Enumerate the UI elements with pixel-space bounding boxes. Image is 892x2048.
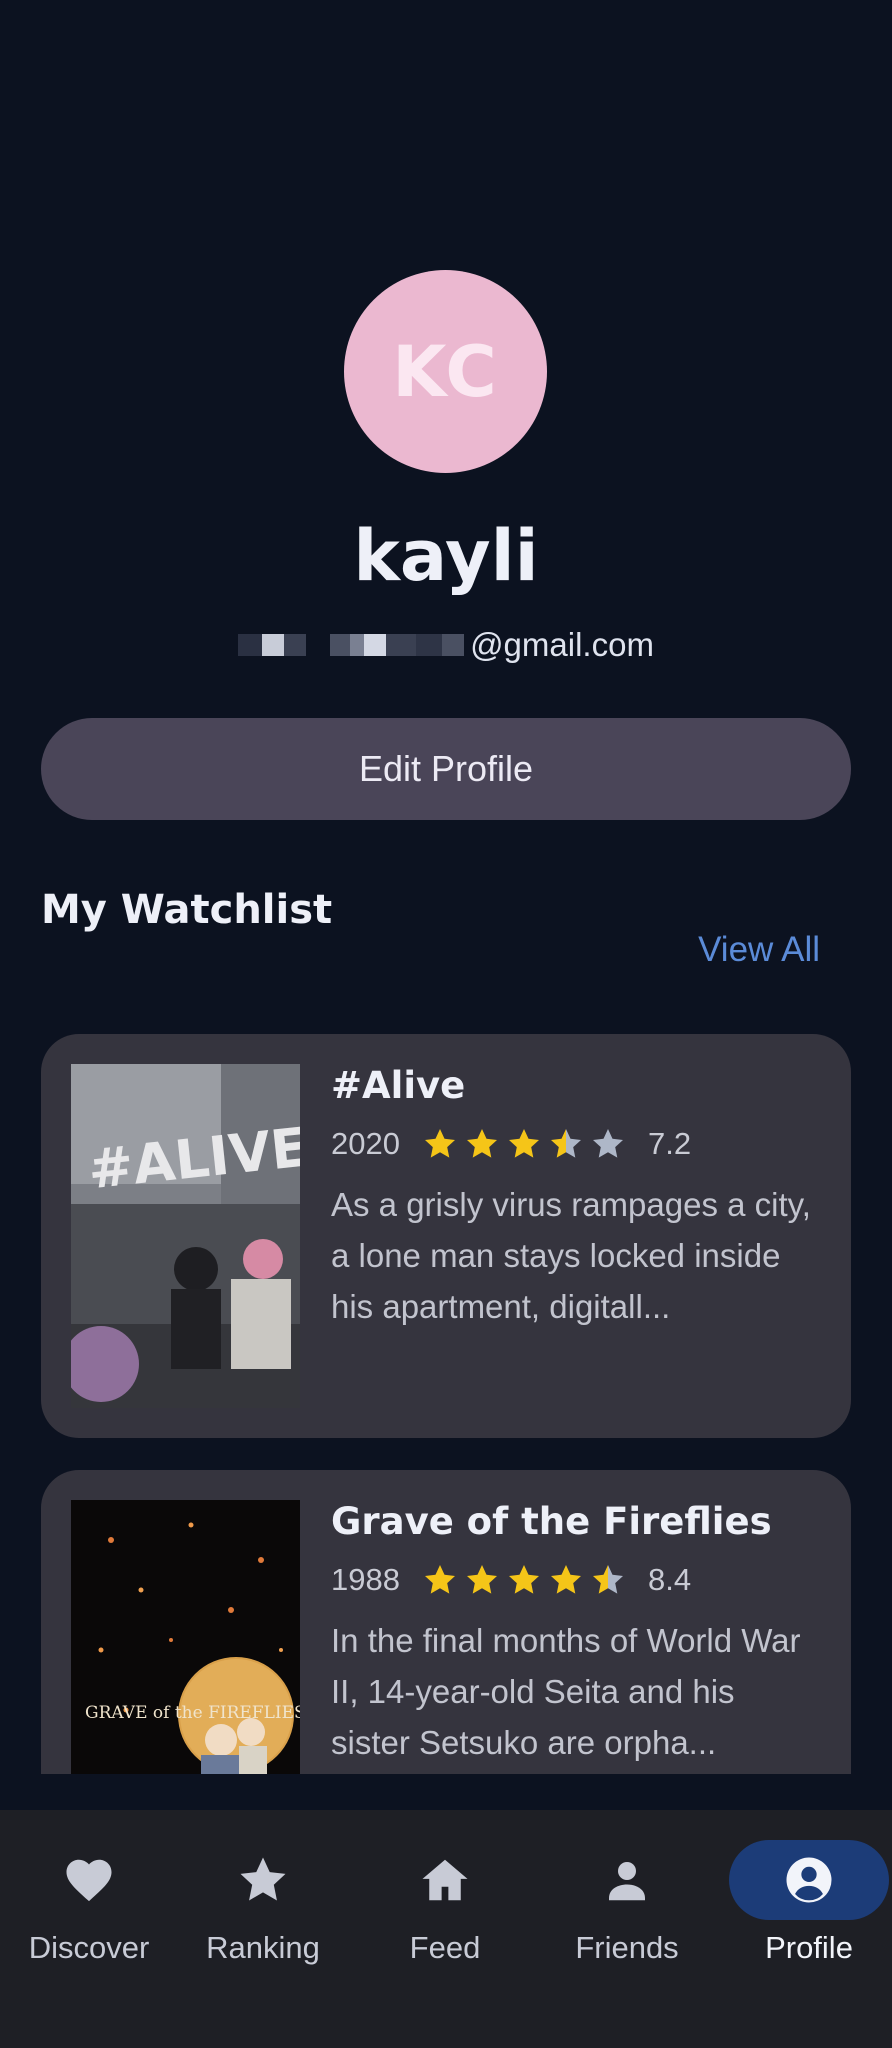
star-rating bbox=[422, 1562, 626, 1598]
star-filled-icon bbox=[466, 1129, 497, 1158]
nav-item-discover[interactable]: Discover bbox=[0, 1810, 178, 2048]
movie-description: In the final months of World War II, 14-… bbox=[331, 1622, 801, 1761]
avatar[interactable]: KC bbox=[344, 270, 547, 473]
star-filled-icon bbox=[550, 1565, 581, 1594]
person-icon bbox=[609, 1862, 645, 1901]
scroll-clip bbox=[0, 1774, 892, 1810]
redacted-email-part bbox=[238, 632, 307, 658]
nav-label: Discover bbox=[28, 1930, 150, 1965]
movie-poster: #ALIVE bbox=[71, 1064, 300, 1408]
bottom-nav: Discover Ranking Feed Friends Profile bbox=[0, 1810, 892, 2048]
movie-year: 2020 bbox=[331, 1126, 400, 1161]
heart-icon bbox=[66, 1859, 112, 1902]
nav-item-profile[interactable]: Profile bbox=[720, 1810, 892, 2048]
nav-item-feed[interactable]: Feed bbox=[356, 1810, 534, 2048]
movie-year: 1988 bbox=[331, 1562, 400, 1597]
movie-meta: 2020 7.2 bbox=[331, 1121, 821, 1167]
movie-score: 7.2 bbox=[647, 1126, 692, 1161]
movie-score: 8.4 bbox=[647, 1562, 692, 1597]
watchlist-title: My Watchlist bbox=[41, 887, 333, 933]
email-domain: @gmail.com bbox=[470, 626, 654, 663]
star-filled-icon bbox=[508, 1129, 539, 1158]
nav-label: Ranking bbox=[206, 1930, 320, 1965]
star-filled-icon bbox=[424, 1129, 455, 1158]
star-filled-icon bbox=[508, 1565, 539, 1594]
star-rating bbox=[422, 1126, 626, 1162]
movie-info: #Alive 2020 7.2 As a grisly virus rampag… bbox=[331, 1064, 821, 1332]
username: kayli bbox=[353, 515, 539, 597]
profile-screen: KC kayli @gmail.com Edit Profile My Watc… bbox=[0, 0, 892, 2048]
movie-meta: 1988 8.4 bbox=[331, 1557, 821, 1603]
nav-label: Profile bbox=[765, 1930, 853, 1965]
email-address: @gmail.com bbox=[0, 626, 892, 664]
star-empty-icon bbox=[592, 1129, 623, 1158]
avatar-initials: KC bbox=[392, 330, 499, 413]
nav-label: Feed bbox=[409, 1930, 481, 1965]
account-circle-icon bbox=[786, 1857, 832, 1903]
redacted-email-part bbox=[330, 632, 465, 658]
poster-title: GRAVE of the FIREFLIES bbox=[85, 1703, 300, 1723]
view-all-link[interactable]: View All bbox=[698, 930, 820, 970]
edit-profile-button[interactable]: Edit Profile bbox=[41, 718, 851, 820]
nav-item-friends[interactable]: Friends bbox=[538, 1810, 716, 2048]
star-icon bbox=[240, 1857, 286, 1901]
movie-title: #Alive bbox=[331, 1064, 466, 1107]
star-filled-icon bbox=[466, 1565, 497, 1594]
movie-title: Grave of the Fireflies bbox=[331, 1500, 772, 1543]
star-filled-icon bbox=[424, 1565, 455, 1594]
movie-info: Grave of the Fireflies 1988 8.4 In the f… bbox=[331, 1500, 821, 1768]
nav-label: Friends bbox=[575, 1930, 679, 1965]
watchlist-card[interactable]: #ALIVE #Alive 2020 7.2 As a grisly virus… bbox=[41, 1034, 851, 1438]
star-half-icon bbox=[550, 1129, 581, 1158]
star-half-icon bbox=[592, 1565, 623, 1594]
movie-description: As a grisly virus rampages a city, a lon… bbox=[331, 1186, 811, 1325]
home-icon bbox=[422, 1859, 468, 1901]
nav-item-ranking[interactable]: Ranking bbox=[174, 1810, 352, 2048]
